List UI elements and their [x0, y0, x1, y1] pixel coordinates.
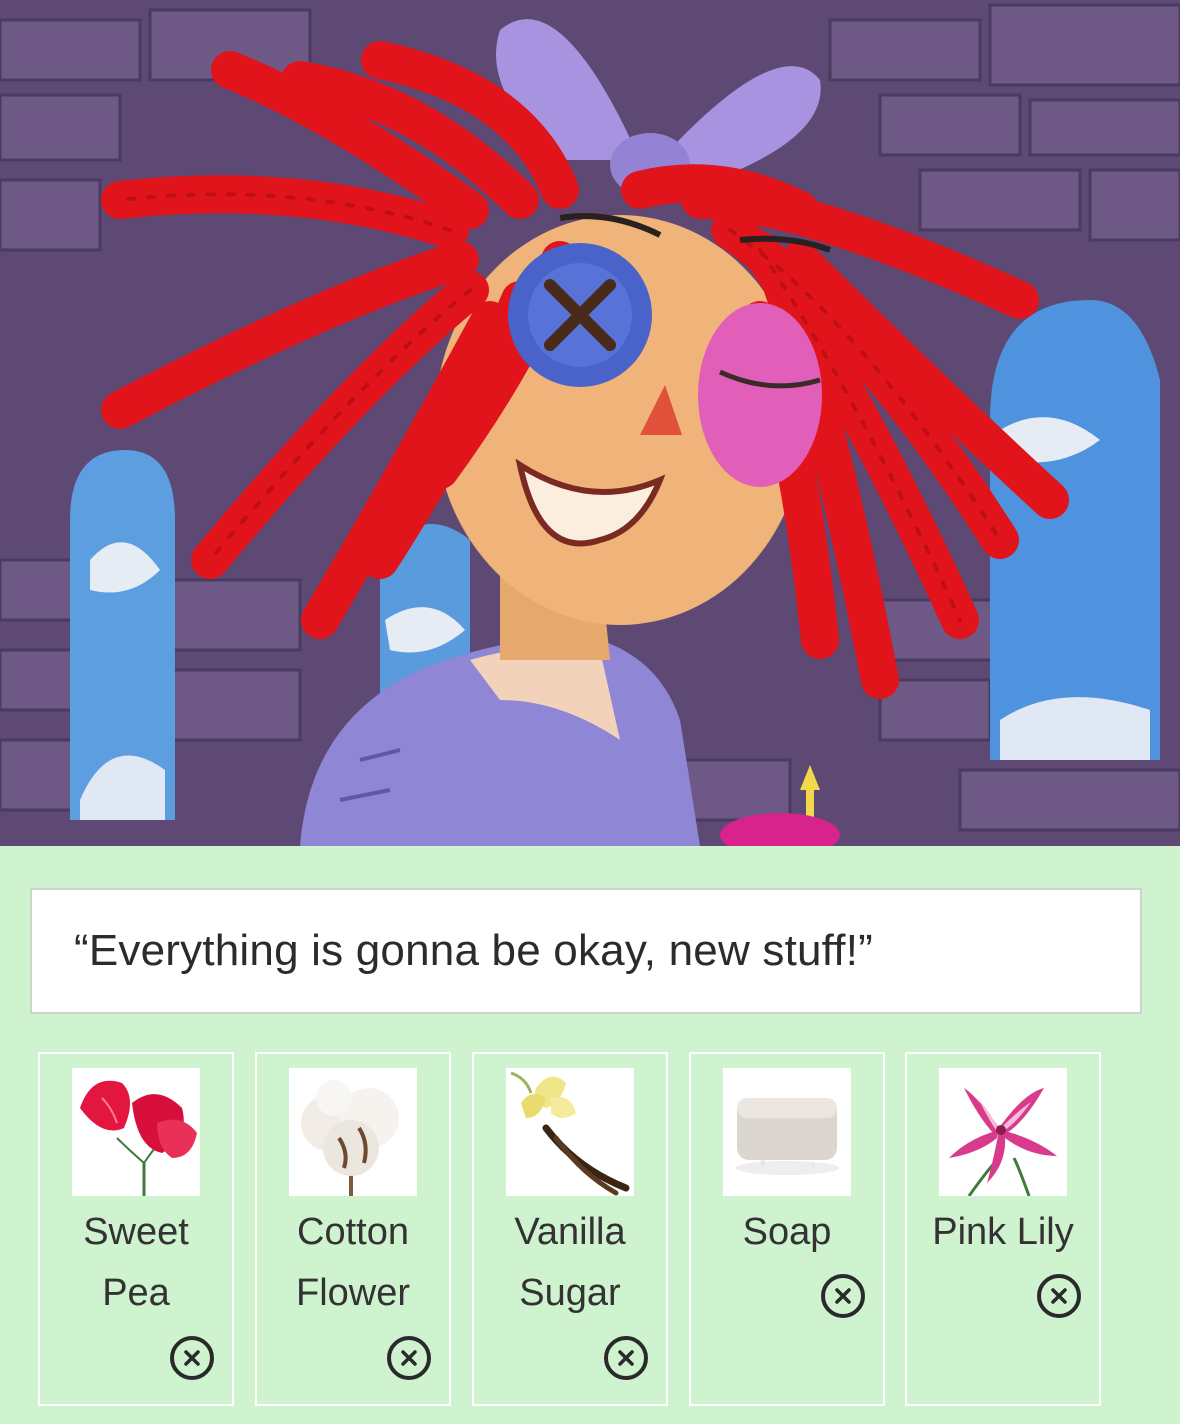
quote-box: “Everything is gonna be okay, new stuff!… [30, 888, 1142, 1014]
scent-card-pink-lily: Pink Lily [905, 1052, 1101, 1406]
scent-card-vanilla-sugar: Vanilla Sugar [472, 1052, 668, 1406]
scent-label: Sweet Pea [83, 1211, 189, 1314]
cotton-flower-image [289, 1068, 417, 1196]
vanilla-sugar-image [506, 1068, 634, 1196]
pink-lily-image [939, 1068, 1067, 1196]
remove-sweet-pea-button[interactable] [170, 1336, 214, 1380]
remove-soap-button[interactable] [821, 1274, 865, 1318]
close-icon [1051, 1288, 1067, 1304]
scent-label: Soap [742, 1211, 832, 1253]
quote-text: “Everything is gonna be okay, new stuff!… [74, 926, 873, 975]
close-icon [618, 1350, 634, 1366]
sweet-pea-image [72, 1068, 200, 1196]
close-icon [184, 1350, 200, 1366]
scent-label: Cotton Flower [295, 1211, 411, 1314]
scent-card-cotton-flower: Cotton Flower [255, 1052, 451, 1406]
remove-cotton-flower-button[interactable] [387, 1336, 431, 1380]
scent-card-soap: Soap [689, 1052, 885, 1406]
soap-image [723, 1068, 851, 1196]
scent-label: Vanilla Sugar [514, 1211, 626, 1314]
remove-vanilla-sugar-button[interactable] [604, 1336, 648, 1380]
pink-eye [698, 303, 822, 487]
scent-label: Pink Lily [932, 1211, 1074, 1253]
close-icon [401, 1350, 417, 1366]
remove-pink-lily-button[interactable] [1037, 1274, 1081, 1318]
character-illustration [0, 0, 1180, 846]
scent-card-sweet-pea: Sweet Pea [38, 1052, 234, 1406]
button-eye [508, 243, 652, 387]
close-icon [835, 1288, 851, 1304]
